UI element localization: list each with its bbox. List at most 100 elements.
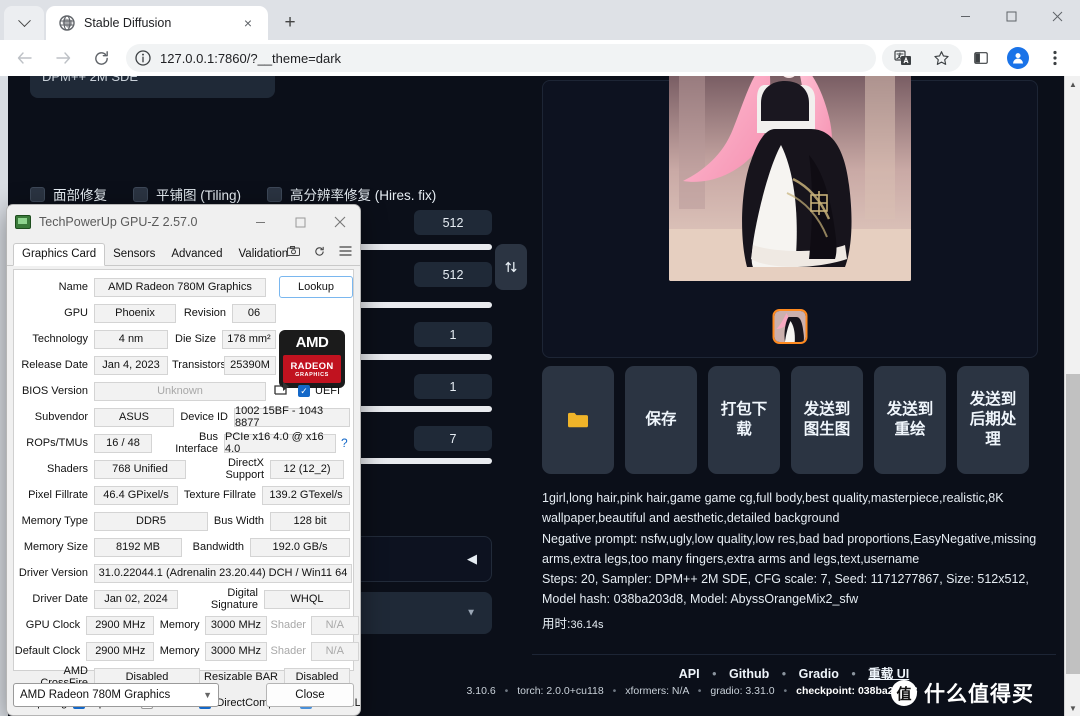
gpuz-close-button[interactable] <box>320 206 360 238</box>
label-default-clock: Default Clock <box>14 645 81 657</box>
generated-image[interactable] <box>669 76 911 281</box>
value-directx-support: 12 (12_2) <box>270 459 344 479</box>
gpuz-footer: AMD Radeon 780M Graphics ▼ Close <box>13 682 354 708</box>
swap-vertical-icon <box>505 261 517 273</box>
tab-graphics-card[interactable]: Graphics Card <box>13 243 106 266</box>
forward-button[interactable] <box>48 43 78 73</box>
chevron-down-icon <box>17 13 31 27</box>
open-folder-button[interactable] <box>542 366 614 474</box>
info-time-label: 用时: <box>542 616 571 631</box>
label-texture-fillrate: Texture Fillrate <box>183 489 256 501</box>
footer-link-gradio[interactable]: Gradio <box>799 667 839 681</box>
hamburger-menu-icon[interactable] <box>339 246 352 260</box>
bookmark-star-icon[interactable] <box>926 43 956 73</box>
checkbox-label-tiling: 平铺图 (Tiling) <box>156 188 242 203</box>
value-gpu-clock: 2900 MHz <box>86 615 155 635</box>
checkbox-face-restore[interactable] <box>30 186 45 202</box>
watermark-text: 什么值得买 <box>924 683 1034 706</box>
sampler-dropdown[interactable]: DPM++ 2M SDE <box>30 76 275 98</box>
image-gallery[interactable] <box>542 76 1038 358</box>
kebab-menu-icon[interactable] <box>1040 43 1070 73</box>
gpuz-close-dialog-button[interactable]: Close <box>266 683 354 707</box>
value-memory-type: DDR5 <box>94 511 208 531</box>
slider-value-batch-count[interactable]: 1 <box>414 322 492 347</box>
slider-value-height[interactable]: 512 <box>414 262 492 287</box>
value-bandwidth: 192.0 GB/s <box>250 537 350 557</box>
send-to-img2img-button[interactable]: 发送到图生图 <box>791 366 863 474</box>
help-icon[interactable]: ? <box>341 436 348 450</box>
uefi-checkbox[interactable]: ✓ <box>298 385 310 397</box>
gpuz-minimize-button[interactable] <box>240 206 280 238</box>
checkbox-label-hires-fix: 高分辨率修复 (Hires. fix) <box>290 188 437 203</box>
info-circle-icon <box>135 50 151 66</box>
globe-icon <box>59 15 75 31</box>
address-bar[interactable]: 127.0.0.1:7860/?__theme=dark <box>126 44 876 72</box>
label-revision: Revision <box>183 307 226 319</box>
share-icon[interactable] <box>274 381 291 401</box>
gpuz-window[interactable]: TechPowerUp GPU-Z 2.57.0 Graphics Card S… <box>6 204 361 716</box>
refresh-icon[interactable] <box>314 246 325 260</box>
folder-icon <box>568 412 588 428</box>
maximize-button[interactable] <box>988 0 1034 32</box>
slider-value-cfg-scale[interactable]: 7 <box>414 426 492 451</box>
footer-separator: • <box>851 667 856 681</box>
slider-value-width[interactable]: 512 <box>414 210 492 235</box>
scrollbar-thumb[interactable] <box>1066 374 1080 674</box>
amd-wordmark: AMD <box>295 333 329 351</box>
label-die-size: Die Size <box>175 333 216 345</box>
toolbar-actions <box>882 43 1074 73</box>
footer-link-api[interactable]: API <box>679 667 700 681</box>
label-digital-signature: Digital Signature <box>210 587 258 611</box>
slider-value-batch-size[interactable]: 1 <box>414 374 492 399</box>
tab-advanced[interactable]: Advanced <box>163 244 230 265</box>
camera-icon[interactable] <box>287 246 300 260</box>
reload-button[interactable] <box>86 43 116 73</box>
chevron-down-icon: ▼ <box>203 690 212 700</box>
version-xformers: xformers: N/A <box>625 685 689 697</box>
info-negative-prompt: Negative prompt: nsfw,ugly,low quality,l… <box>542 531 1037 566</box>
side-panel-icon[interactable] <box>966 43 996 73</box>
scroll-down-arrow-icon[interactable]: ▼ <box>1065 700 1080 716</box>
swap-dimensions-button[interactable] <box>495 244 527 290</box>
value-default-clock: 2900 MHz <box>86 641 155 661</box>
value-gpu-shader-clock: N/A <box>310 615 359 635</box>
action-button-row: 保存 打包下载 发送到图生图 发送到重绘 发送到后期处理 <box>542 366 1029 474</box>
value-subvendor: ASUS <box>94 407 174 427</box>
tab-sensors[interactable]: Sensors <box>105 244 163 265</box>
tab-search-button[interactable] <box>4 6 44 40</box>
checkbox-tiling[interactable] <box>133 186 148 202</box>
send-to-extras-button[interactable]: 发送到后期处理 <box>957 366 1029 474</box>
page-scrollbar[interactable]: ▲ ▼ <box>1064 76 1080 716</box>
scroll-up-arrow-icon[interactable]: ▲ <box>1065 76 1080 92</box>
uefi-checkbox-item[interactable]: ✓ UEFI <box>298 385 340 397</box>
value-shaders: 768 Unified <box>94 459 186 479</box>
lookup-button[interactable]: Lookup <box>279 276 353 298</box>
zip-download-button[interactable]: 打包下载 <box>708 366 780 474</box>
value-memory-size: 8192 MB <box>94 537 182 557</box>
translate-icon[interactable] <box>888 43 918 73</box>
footer-link-github[interactable]: Github <box>729 667 769 681</box>
value-revision: 06 <box>232 303 276 323</box>
gpuz-title-bar[interactable]: TechPowerUp GPU-Z 2.57.0 <box>7 205 360 239</box>
gpuz-maximize-button[interactable] <box>280 206 320 238</box>
window-controls <box>942 0 1080 32</box>
gallery-thumbnail[interactable] <box>772 309 808 344</box>
device-select[interactable]: AMD Radeon 780M Graphics ▼ <box>13 683 219 707</box>
close-button[interactable] <box>1034 0 1080 32</box>
minimize-button[interactable] <box>942 0 988 32</box>
profile-avatar-icon[interactable] <box>1007 47 1029 69</box>
save-button[interactable]: 保存 <box>625 366 697 474</box>
tab-close-icon[interactable]: × <box>238 13 258 33</box>
tab-stable-diffusion[interactable]: Stable Diffusion × <box>46 6 268 40</box>
value-name: AMD Radeon 780M Graphics <box>94 277 266 297</box>
new-tab-button[interactable]: + <box>276 9 304 37</box>
label-gpu-clock: GPU Clock <box>25 619 81 631</box>
label-default-memory-clock: Memory <box>159 645 200 657</box>
label-bios-version: BIOS Version <box>21 385 88 397</box>
value-driver-version: 31.0.22044.1 (Adrenalin 23.20.44) DCH / … <box>94 563 352 583</box>
radeon-text: RADEON <box>290 360 334 372</box>
back-button[interactable] <box>10 43 40 73</box>
send-to-inpaint-button[interactable]: 发送到重绘 <box>874 366 946 474</box>
checkbox-hires-fix[interactable] <box>267 186 283 202</box>
caret-left-icon[interactable]: ◀ <box>467 551 477 567</box>
